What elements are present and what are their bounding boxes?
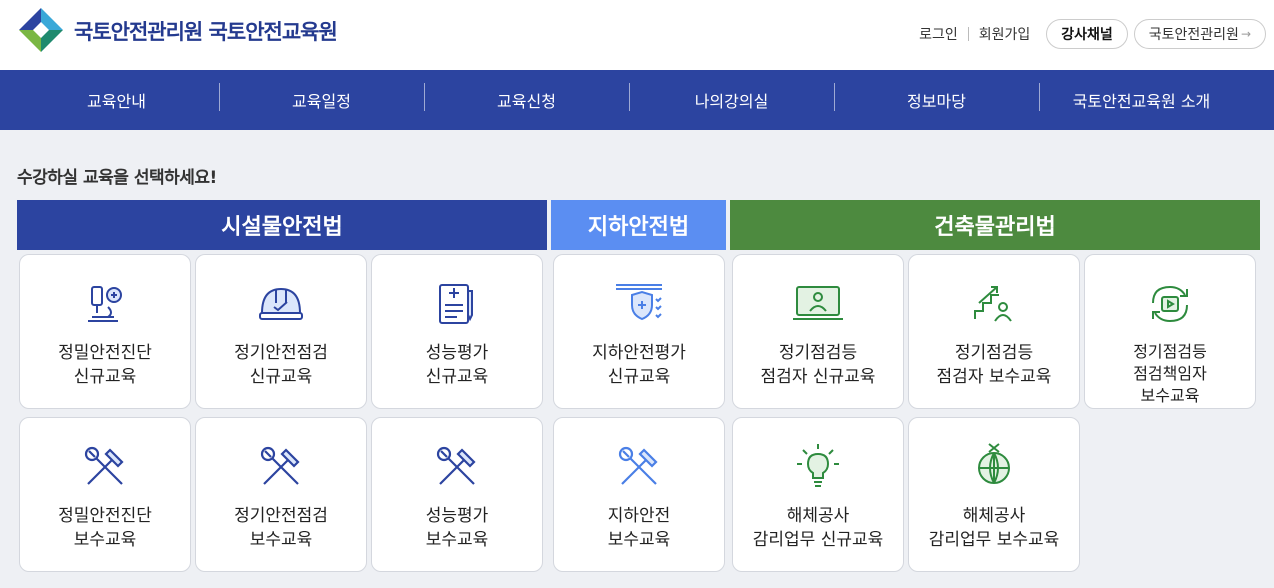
card-title-line: 지하안전평가: [592, 343, 686, 363]
hardhat-icon: [259, 287, 303, 320]
lightbulb-icon: [797, 444, 839, 487]
tools-icon: [436, 446, 476, 485]
card-title-line: 보수교육: [425, 530, 489, 550]
card-title-line: 해체공사: [786, 506, 850, 526]
main-nav: 교육안내 교육일정 교육신청 나의강의실 정보마당 국토안전교육원 소개: [0, 70, 1274, 130]
tools-icon: [618, 446, 658, 485]
card-title-line: 해체공사: [962, 506, 1026, 526]
card-title-line: 신규교육: [73, 367, 137, 387]
card-title-line: 점검책임자: [1133, 364, 1207, 383]
course-card-demolition-supervision-new[interactable]: 해체공사감리업무 신규교육: [732, 417, 904, 572]
card-title-line: 점검자 신규교육: [760, 367, 876, 387]
utility-menu: 로그인 회원가입 강사채널 국토안전관리원 →: [909, 19, 1266, 49]
category-facility-safety-act: 시설물안전법: [17, 200, 547, 250]
card-title-line: 보수교육: [249, 530, 313, 550]
card-title-line: 성능평가: [425, 506, 489, 526]
nav-item-education-guide[interactable]: 교육안내: [14, 88, 219, 112]
card-title-line: 정기점검등: [778, 343, 858, 363]
clipboard-pen-icon: [439, 284, 473, 324]
top-header: 국토안전관리원 국토안전교육원 로그인 회원가입 강사채널 국토안전관리원 →: [0, 0, 1274, 70]
card-title-line: 정기점검등: [954, 343, 1034, 363]
course-card-underground-eval-new[interactable]: 지하안전평가신규교육: [553, 254, 725, 409]
course-card-periodic-inspector-refresh[interactable]: 정기점검등점검자 보수교육: [908, 254, 1080, 409]
card-title-line: 성능평가: [425, 343, 489, 363]
microscope-icon: [88, 286, 122, 322]
monitor-person-icon: [793, 286, 843, 320]
card-title-line: 정기안전점검: [234, 506, 328, 526]
card-title-line: 지하안전: [607, 506, 671, 526]
course-card-performance-eval-new[interactable]: 성능평가신규교육: [371, 254, 543, 409]
stairs-person-icon: [974, 286, 1012, 322]
category-building-management-act: 건축물관리법: [730, 200, 1260, 250]
card-title-line: 신규교육: [607, 367, 671, 387]
course-card-regular-inspection-refresh[interactable]: 정기안전점검보수교육: [195, 417, 367, 572]
card-title-line: 신규교육: [425, 367, 489, 387]
course-card-precision-diagnosis-refresh[interactable]: 정밀안전진단보수교육: [19, 417, 191, 572]
globe-tools-icon: [978, 443, 1010, 484]
card-title-line: 정기점검등: [1133, 342, 1207, 361]
nav-item-about[interactable]: 국토안전교육원 소개: [1039, 88, 1244, 112]
card-title-line: 보수교육: [607, 530, 671, 550]
refresh-play-icon: [1152, 285, 1188, 323]
login-link[interactable]: 로그인: [909, 24, 968, 44]
nav-item-my-classroom[interactable]: 나의강의실: [629, 88, 834, 112]
kalis-link-label: 국토안전관리원: [1148, 27, 1239, 43]
card-title-line: 감리업무 보수교육: [928, 530, 1060, 550]
course-card-regular-inspection-new[interactable]: 정기안전점검신규교육: [195, 254, 367, 409]
kalis-link-button[interactable]: 국토안전관리원 →: [1133, 19, 1266, 49]
card-title-line: 보수교육: [1140, 386, 1200, 405]
course-card-periodic-inspector-new[interactable]: 정기점검등점검자 신규교육: [732, 254, 904, 409]
arrow-right-icon: →: [1240, 27, 1251, 41]
signup-link[interactable]: 회원가입: [969, 24, 1041, 44]
card-title-line: 점검자 보수교육: [936, 367, 1052, 387]
instructor-channel-label: 강사채널: [1061, 27, 1113, 43]
category-underground-safety-act: 지하안전법: [551, 200, 726, 250]
tools-icon: [260, 446, 300, 485]
card-title-line: 신규교육: [249, 367, 313, 387]
kalis-logo-icon[interactable]: [17, 6, 65, 54]
nav-item-apply[interactable]: 교육신청: [424, 88, 629, 112]
card-title-line: 감리업무 신규교육: [752, 530, 884, 550]
brand-title[interactable]: 국토안전관리원 국토안전교육원: [74, 16, 338, 46]
course-card-periodic-manager-refresh[interactable]: 정기점검등점검책임자보수교육: [1084, 254, 1256, 409]
page-title: 수강하실 교육을 선택하세요!: [17, 168, 217, 188]
card-title-line: 정기안전점검: [234, 343, 328, 363]
course-card-precision-diagnosis-new[interactable]: 정밀안전진단신규교육: [19, 254, 191, 409]
nav-item-info[interactable]: 정보마당: [834, 88, 1039, 112]
course-card-performance-eval-refresh[interactable]: 성능평가보수교육: [371, 417, 543, 572]
card-title-line: 정밀안전진단: [58, 343, 152, 363]
card-title-line: 정밀안전진단: [58, 506, 152, 526]
course-card-underground-refresh[interactable]: 지하안전보수교육: [553, 417, 725, 572]
nav-item-schedule[interactable]: 교육일정: [219, 88, 424, 112]
shield-check-icon: [616, 284, 662, 321]
instructor-channel-button[interactable]: 강사채널: [1046, 19, 1128, 49]
card-title-line: 보수교육: [73, 530, 137, 550]
tools-icon: [84, 446, 124, 485]
course-card-demolition-supervision-refresh[interactable]: 해체공사감리업무 보수교육: [908, 417, 1080, 572]
